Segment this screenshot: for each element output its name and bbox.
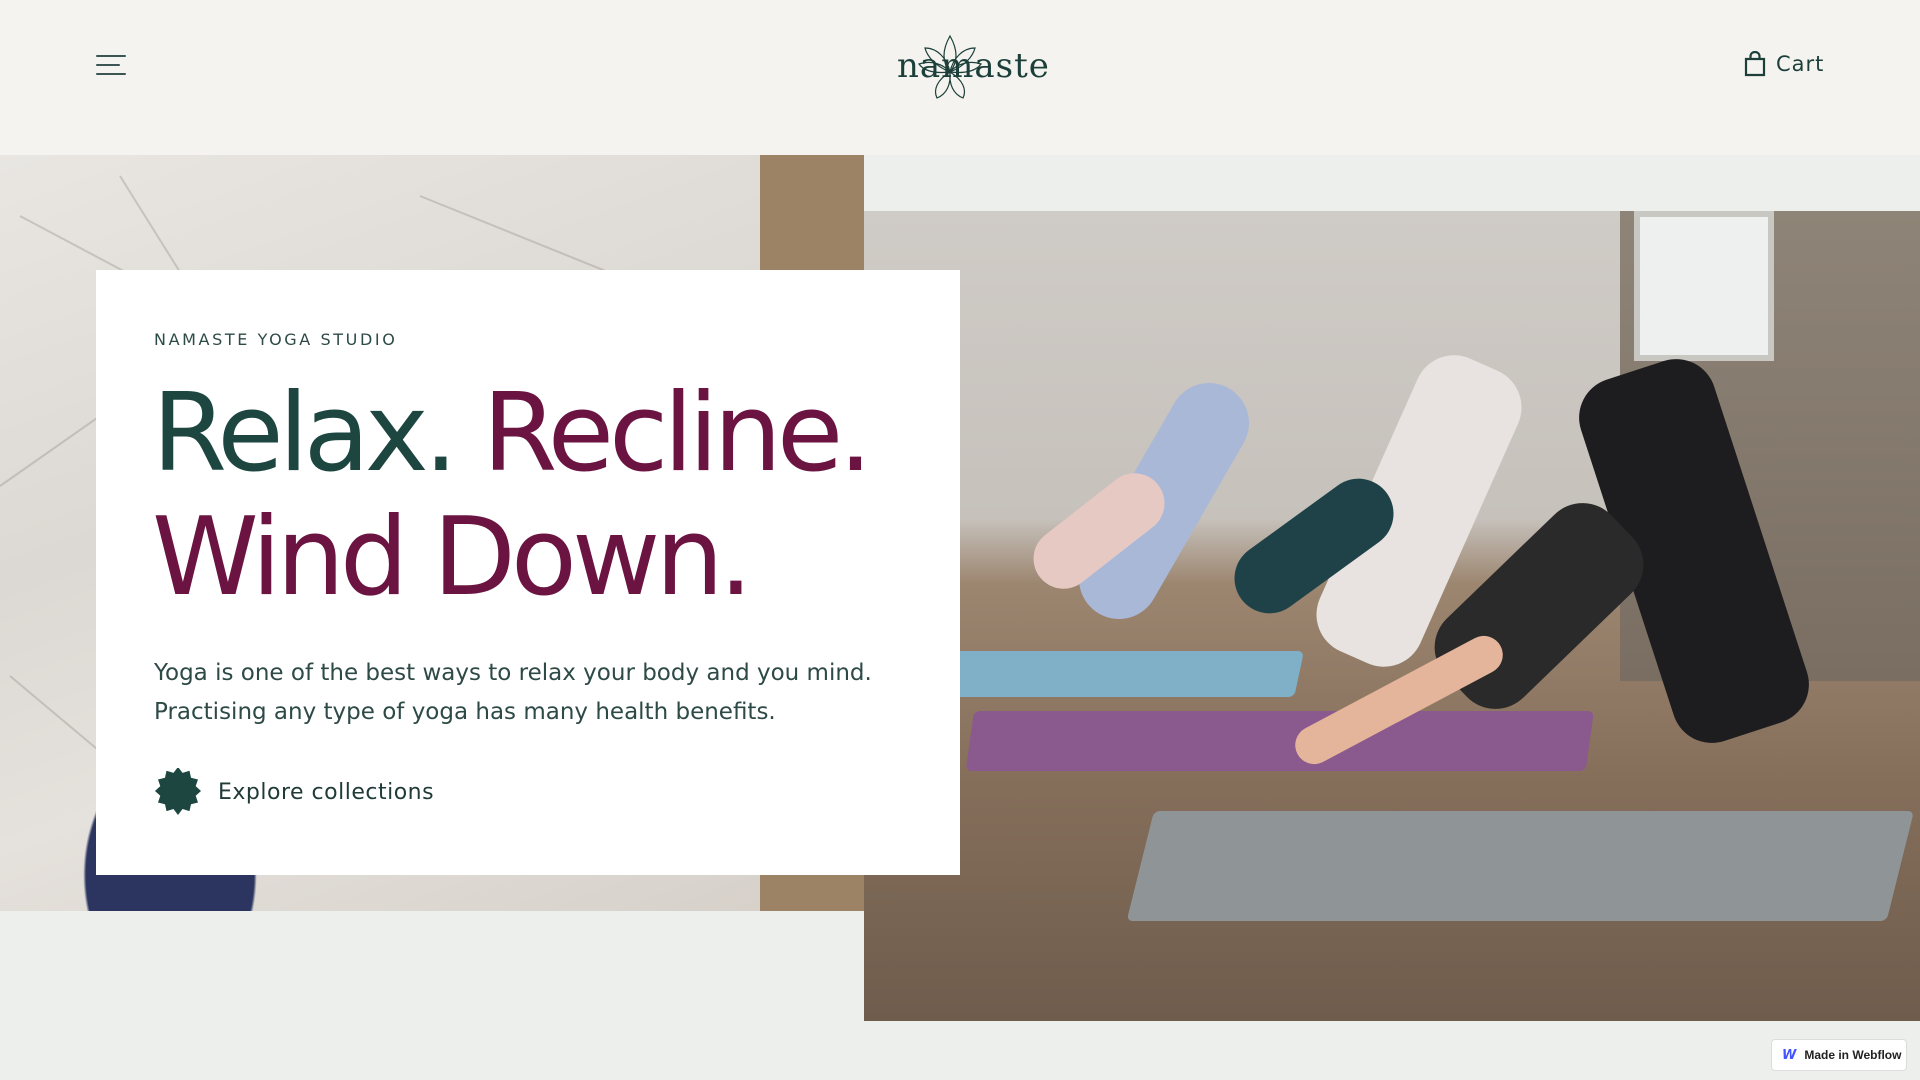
logo-text: namaste [897,46,1050,86]
headline-relax: Relax. [152,371,458,496]
star-badge-icon [155,768,201,815]
explore-collections-label: Explore collections [218,779,435,805]
headline-wind-down: Wind Down. [152,495,753,620]
shopping-bag-icon [1744,51,1766,77]
hero-description-line-1: Yoga is one of the best ways to relax yo… [154,660,872,686]
made-in-webflow-badge[interactable]: W Made in Webflow [1771,1039,1907,1071]
cart-label: Cart [1776,52,1825,76]
site-header: namaste Cart [0,0,1920,155]
cart-button[interactable]: Cart [1744,48,1824,80]
hero-description-line-2: Practising any type of yoga has many hea… [154,699,776,725]
hero-card: NAMASTE YOGA STUDIO Relax. Recline. Wind… [96,270,960,875]
headline-recline: Recline. [482,371,872,496]
explore-collections-link[interactable]: Explore collections [154,768,434,816]
hamburger-menu-icon[interactable] [96,53,126,77]
hero-description: Yoga is one of the best ways to relax yo… [154,654,894,732]
badge-label: Made in Webflow [1804,1048,1902,1062]
eyebrow-text: NAMASTE YOGA STUDIO [154,330,398,349]
yoga-class-photo [864,211,1920,1021]
logo[interactable]: namaste [870,26,1049,102]
hero-headline: Relax. Recline. Wind Down. [152,372,932,620]
webflow-icon: W [1782,1047,1797,1063]
